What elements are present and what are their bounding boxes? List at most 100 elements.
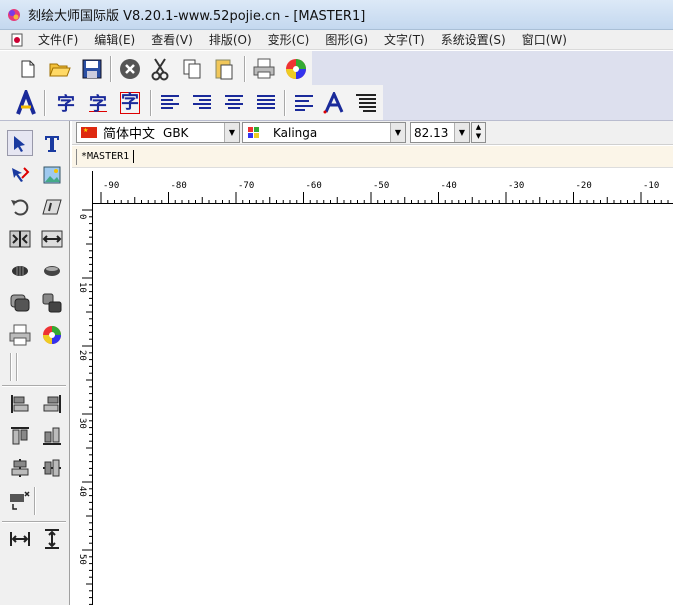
ruler-label: 40	[77, 486, 87, 497]
chevron-down-icon[interactable]: ▼	[390, 123, 405, 142]
toolbar-separator	[284, 90, 286, 116]
spin-up-icon[interactable]: ▲	[472, 123, 485, 132]
select-arrow-icon[interactable]	[7, 130, 33, 156]
tab-master1[interactable]: *MASTER1	[76, 149, 135, 165]
color-palette-icon[interactable]	[39, 322, 65, 348]
color-wheel-icon[interactable]	[282, 55, 310, 83]
ellipse-dark-icon[interactable]	[7, 258, 33, 284]
ruler-label: 10	[77, 282, 87, 293]
save-icon[interactable]	[78, 55, 106, 83]
align-top-objects-icon[interactable]	[7, 423, 33, 449]
menu-view[interactable]: 查看(V)	[143, 31, 201, 48]
ruler-label: -40	[441, 181, 457, 191]
font-dropdown[interactable]: Kalinga ▼	[242, 122, 406, 143]
ruler-label: 50	[77, 554, 87, 565]
align-left-objects-icon[interactable]	[7, 391, 33, 417]
toolbox-separator	[16, 353, 18, 381]
toolbar-separator	[244, 56, 246, 82]
horizontal-ruler[interactable]: -90 -80 -70 -60 -50 -40 -30 -20 -10	[93, 171, 673, 204]
center-horizontal-icon[interactable]	[39, 455, 65, 481]
horizontal-ruler-ticks: -90 -80 -70 -60 -50 -40 -30 -20 -10	[100, 181, 669, 204]
encoding-value: GBK	[163, 125, 189, 140]
char-outline-icon[interactable]: 字	[84, 89, 112, 117]
vertical-ruler[interactable]: 0 10 20 30 40 50	[72, 171, 93, 605]
text-toolbar: 字 字 字	[0, 85, 673, 121]
menu-layout[interactable]: 排版(O)	[201, 31, 260, 48]
open-folder-icon[interactable]	[46, 55, 74, 83]
new-file-icon[interactable]	[14, 55, 42, 83]
ruler-label: -60	[306, 181, 322, 191]
same-width-icon[interactable]	[7, 526, 33, 552]
align-bottom-objects-icon[interactable]	[39, 423, 65, 449]
cut-icon[interactable]	[146, 55, 174, 83]
menu-window[interactable]: 窗口(W)	[514, 31, 575, 48]
ruler-label: 20	[77, 350, 87, 361]
same-height-icon[interactable]	[39, 526, 65, 552]
ruler-label: -30	[508, 181, 524, 191]
language-dropdown[interactable]: ★ 简体中文 GBK ▼	[76, 122, 240, 143]
menu-text[interactable]: 文字(T)	[376, 31, 433, 48]
toolbox-separator	[34, 487, 36, 515]
undo-icon[interactable]	[7, 194, 33, 220]
close-circle-icon[interactable]	[116, 55, 144, 83]
align-justify-icon[interactable]	[252, 89, 280, 117]
font-size-dropdown[interactable]: 82.13 ▼	[410, 122, 470, 143]
transform-object-icon[interactable]	[7, 487, 33, 513]
align-right-icon[interactable]	[188, 89, 216, 117]
shadow-shape-icon[interactable]	[7, 290, 33, 316]
font-a-icon[interactable]	[320, 89, 348, 117]
paste-icon[interactable]	[210, 55, 238, 83]
font-size-spinner[interactable]: ▲ ▼	[471, 122, 486, 143]
left-toolbox	[0, 121, 70, 605]
tab-label: *MASTER1	[81, 151, 130, 162]
chevron-down-icon[interactable]: ▼	[454, 123, 469, 142]
ruler-label: -50	[373, 181, 389, 191]
toolbar-separator	[150, 90, 152, 116]
align-left-icon[interactable]	[156, 89, 184, 117]
document-icon[interactable]	[10, 33, 24, 47]
menu-settings[interactable]: 系统设置(S)	[433, 31, 514, 48]
align-right-objects-icon[interactable]	[39, 391, 65, 417]
ruler-label: -20	[576, 181, 592, 191]
ruler-label: -80	[171, 181, 187, 191]
title-bar: 刻绘大师国际版 V8.20.1-www.52pojie.cn - [MASTER…	[0, 0, 673, 30]
language-value: 简体中文	[103, 127, 156, 142]
standard-toolbar	[0, 51, 673, 87]
align-center-icon[interactable]	[220, 89, 248, 117]
print-icon[interactable]	[250, 55, 278, 83]
char-label: 字	[120, 92, 140, 114]
import-image-icon[interactable]	[39, 162, 65, 188]
vertical-ruler-ticks: 0 10 20 30 40 50	[77, 209, 93, 605]
combine-shape-icon[interactable]	[39, 290, 65, 316]
paragraph-icon[interactable]	[352, 89, 380, 117]
char-icon[interactable]: 字	[52, 89, 80, 117]
spin-down-icon[interactable]: ▼	[472, 132, 485, 141]
font-value: Kalinga	[273, 125, 318, 140]
ruler-label: 30	[77, 418, 87, 429]
menu-file[interactable]: 文件(F)	[30, 31, 86, 48]
line-spacing-icon[interactable]	[290, 89, 318, 117]
copy-icon[interactable]	[178, 55, 206, 83]
menu-bar: 文件(F) 编辑(E) 查看(V) 排版(O) 变形(C) 图形(G) 文字(T…	[0, 30, 673, 50]
flip-horizontal-icon[interactable]	[39, 226, 65, 252]
app-logo-icon	[8, 8, 20, 21]
ellipse-icon[interactable]	[39, 258, 65, 284]
center-vertical-icon[interactable]	[7, 455, 33, 481]
ruler-label: -70	[238, 181, 254, 191]
text-tool-icon[interactable]	[39, 130, 65, 156]
windows-font-icon	[247, 126, 261, 140]
mirror-icon[interactable]	[7, 226, 33, 252]
text-a-icon[interactable]	[12, 89, 40, 117]
toolbox-separator	[2, 385, 66, 387]
char-box-icon[interactable]: 字	[116, 89, 144, 117]
window-title: 刻绘大师国际版 V8.20.1-www.52pojie.cn - [MASTER…	[28, 9, 366, 24]
menu-transform[interactable]: 变形(C)	[260, 31, 318, 48]
drawing-canvas[interactable]	[94, 205, 673, 605]
node-edit-icon[interactable]	[7, 162, 33, 188]
chevron-down-icon[interactable]: ▼	[224, 123, 239, 142]
skew-icon[interactable]	[39, 194, 65, 220]
char-label: 字	[89, 94, 107, 115]
print-tool-icon[interactable]	[7, 322, 33, 348]
menu-graphics[interactable]: 图形(G)	[317, 31, 376, 48]
menu-edit[interactable]: 编辑(E)	[86, 31, 143, 48]
